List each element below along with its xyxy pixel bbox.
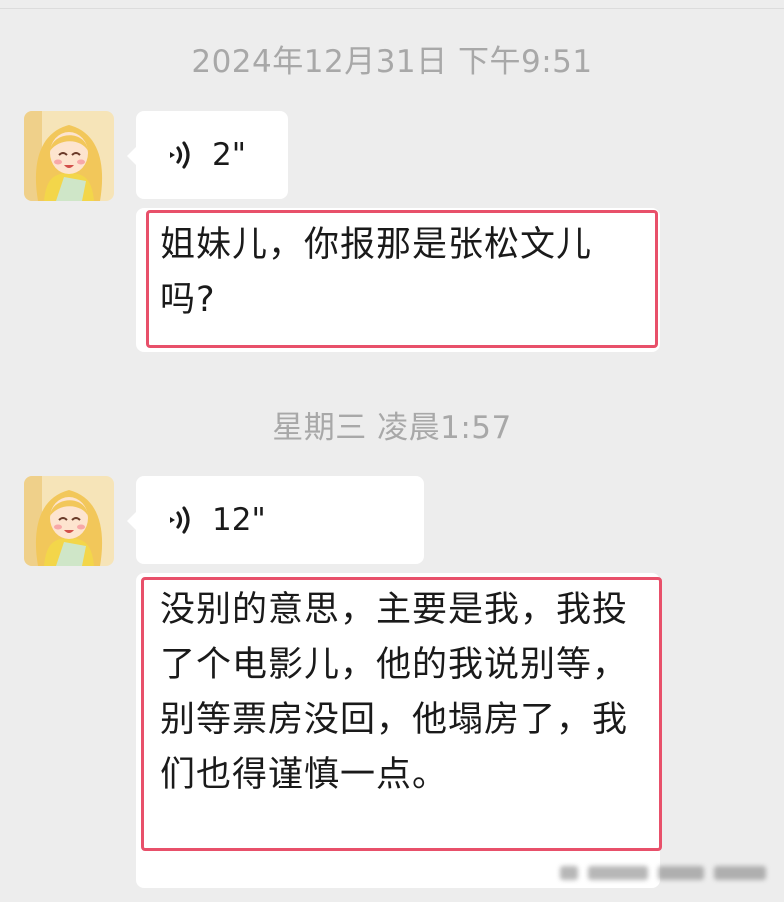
top-divider — [0, 8, 784, 9]
highlight-box — [146, 210, 658, 348]
chat-timestamp: 星期三 凌晨1:57 — [272, 410, 512, 446]
chat-timestamp: 2024年12月31日 下午9:51 — [191, 44, 593, 80]
voice-message-bubble[interactable]: 12" — [127, 476, 424, 564]
voice-wave-icon — [170, 141, 190, 169]
watermark — [560, 858, 770, 888]
voice-wave-icon — [170, 506, 190, 534]
avatar[interactable] — [24, 476, 114, 566]
voice-message-bubble[interactable]: 2" — [127, 111, 288, 199]
highlight-box — [141, 577, 662, 851]
voice-duration: 12" — [212, 502, 266, 538]
voice-duration: 2" — [212, 137, 246, 173]
avatar[interactable] — [24, 111, 114, 201]
